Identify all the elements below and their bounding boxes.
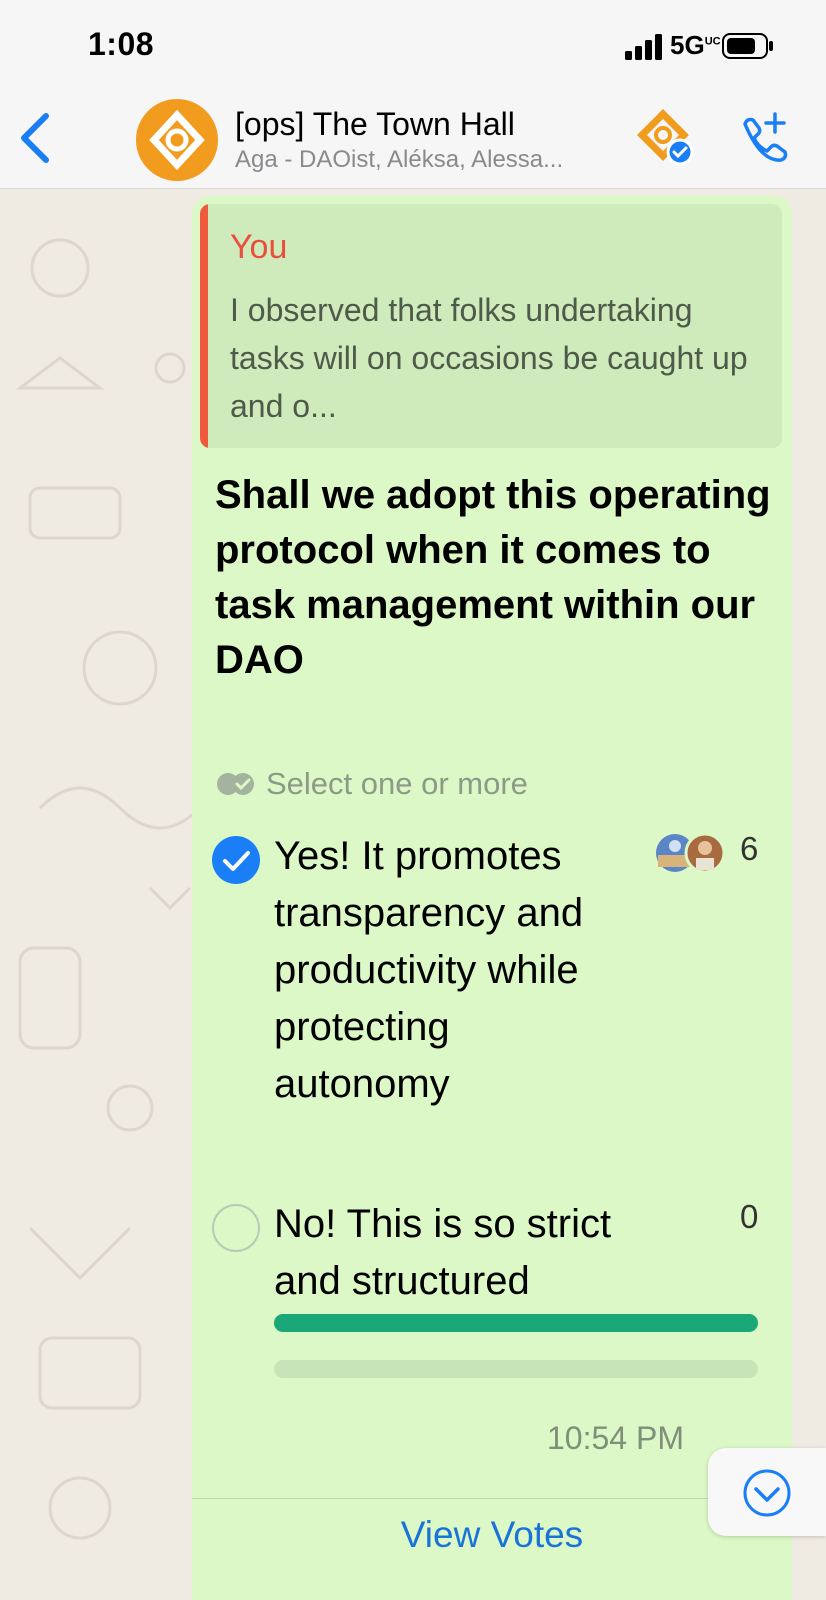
status-bar: 1:08 5GUC [0,0,826,92]
chat-participants[interactable]: Aga - DAOist, Aléksa, Alessa... [235,146,563,174]
message-timestamp: 10:54 PM [547,1420,684,1456]
poll-hint-text: Select one or more [266,766,528,801]
scroll-to-bottom-button[interactable] [708,1448,826,1536]
chat-title[interactable]: [ops] The Town Hall [235,106,515,143]
battery-icon [722,33,773,59]
poll-message-bubble: You I observed that folks undertaking ta… [192,196,792,1600]
poll-option-label: Yes! It promotes transparency and produc… [274,834,584,1106]
signal-icon [625,34,662,60]
chevron-down-icon [743,1469,791,1517]
vote-progress-track [274,1314,758,1332]
vote-count: 0 [740,1198,759,1235]
quote-accent-bar [200,204,208,448]
chat-header: [ops] The Town Hall Aga - DAOist, Aléksa… [0,92,826,189]
poll-question: Shall we adopt this operating protocol w… [215,473,771,682]
unchecked-circle-icon[interactable] [212,1204,260,1252]
poll-option-label: No! This is so strict and structured [274,1202,612,1303]
status-time: 1:08 [88,26,155,62]
double-check-icon [217,773,254,795]
community-icon[interactable] [636,108,694,166]
quoted-message[interactable]: You I observed that folks undertaking ta… [200,204,782,448]
quote-text: I observed that folks undertaking tasks … [230,292,748,424]
view-votes-button[interactable]: View Votes [192,1514,792,1556]
vote-count: 6 [740,830,759,867]
voter-avatars[interactable] [655,832,731,874]
vote-progress-fill [274,1314,758,1332]
back-chevron-icon[interactable] [16,110,56,166]
network-label: 5GUC [670,30,721,60]
add-call-icon[interactable] [735,110,789,164]
quote-author: You [230,228,288,266]
check-icon[interactable] [212,836,260,884]
vote-progress-track [274,1360,758,1378]
group-avatar[interactable] [136,99,218,181]
divider [192,1498,792,1499]
